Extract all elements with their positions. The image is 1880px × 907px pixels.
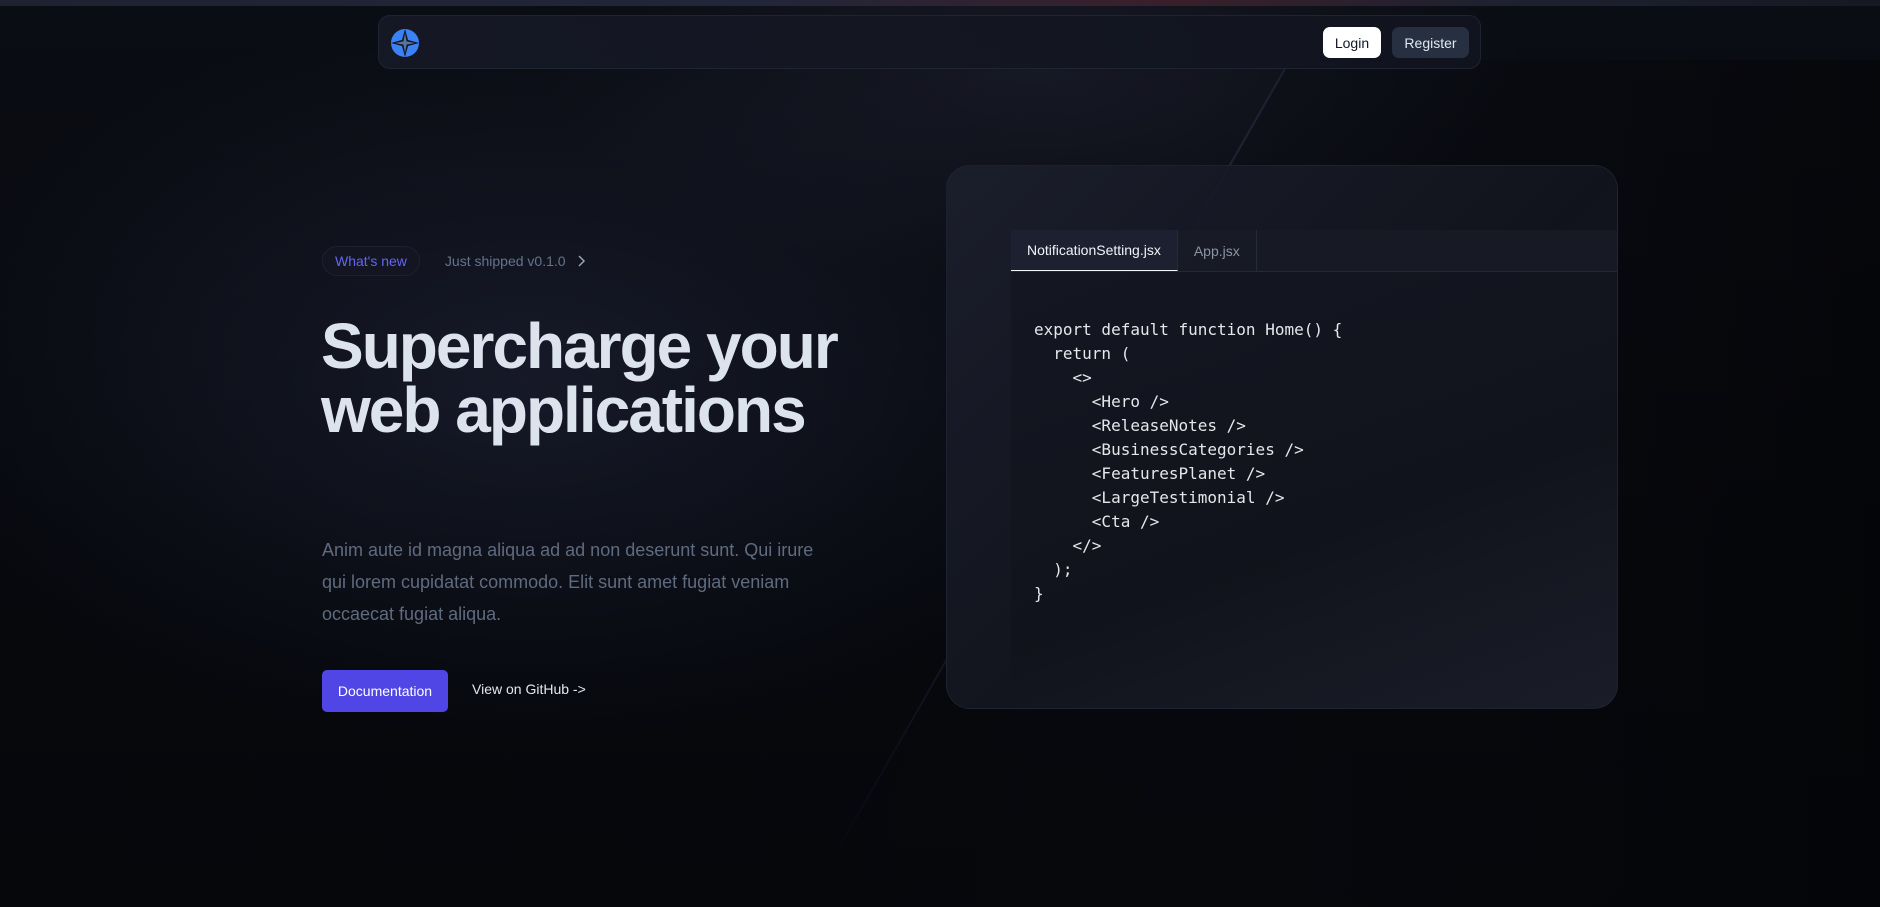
documentation-button[interactable]: Documentation	[322, 670, 448, 712]
register-button[interactable]: Register	[1392, 27, 1469, 58]
tab-notification-setting[interactable]: NotificationSetting.jsx	[1011, 230, 1178, 271]
top-navbar: Login Register	[378, 15, 1481, 69]
announcement-badge[interactable]: What's new Just shipped v0.1.0	[322, 246, 586, 276]
release-note-text: Just shipped v0.1.0	[444, 253, 566, 269]
login-button[interactable]: Login	[1323, 27, 1381, 58]
whats-new-badge: What's new	[322, 246, 420, 276]
logo-icon[interactable]	[390, 28, 420, 58]
github-link[interactable]: View on GitHub ->	[472, 681, 586, 697]
code-preview-card: NotificationSetting.jsx App.jsx export d…	[946, 165, 1618, 709]
code-snippet: export default function Home() { return …	[1034, 320, 1343, 603]
hero-headline: Supercharge your web applications	[321, 310, 839, 446]
code-editor: NotificationSetting.jsx App.jsx export d…	[1011, 230, 1617, 708]
tab-app[interactable]: App.jsx	[1178, 230, 1257, 271]
hero-description: Anim aute id magna aliqua ad ad non dese…	[322, 540, 814, 624]
editor-tab-bar: NotificationSetting.jsx App.jsx	[1011, 230, 1617, 272]
chevron-right-icon	[578, 255, 585, 267]
